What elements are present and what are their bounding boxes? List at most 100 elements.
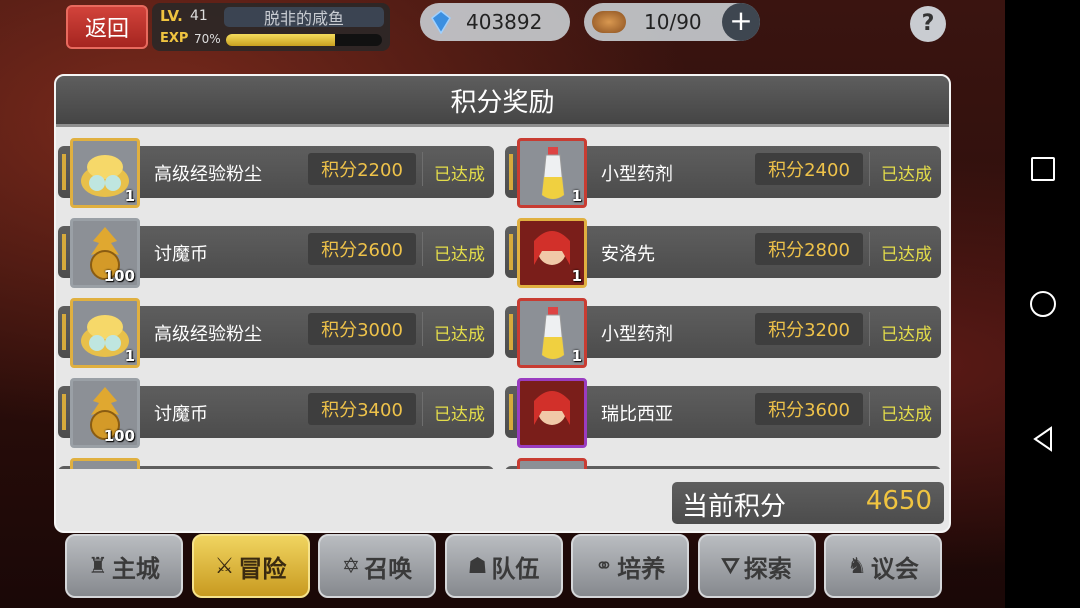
status-achieved: 已达成 — [881, 325, 932, 345]
reward-row: 100 讨魔币 积分3400 已达成 — [58, 376, 494, 448]
reward-row-partial — [505, 456, 941, 469]
required-score: 积分3400 — [308, 393, 416, 425]
reward-name: 瑞比西亚 — [601, 404, 673, 425]
add-stamina-button[interactable]: + — [722, 3, 760, 41]
stamina-counter: 10/90 + — [584, 3, 760, 41]
reward-name: 小型药剂 — [601, 324, 673, 345]
exp-percent: 70% — [194, 32, 221, 46]
reward-list[interactable]: 1 高级经验粉尘 积分2200 已达成 1 小型药剂 积分2400 已达成 100 讨魔币 积分26… — [56, 132, 949, 469]
reward-quantity: 1 — [124, 347, 135, 365]
status-achieved: 已达成 — [434, 405, 485, 425]
castle-icon: ♜ — [88, 553, 108, 579]
dialog-title: 积分奖励 — [56, 76, 949, 127]
character-portrait-icon[interactable]: 1 — [517, 218, 587, 288]
required-score: 积分3600 — [755, 393, 863, 425]
status-achieved: 已达成 — [434, 165, 485, 185]
reward-quantity: 100 — [103, 427, 135, 445]
character-portrait-icon[interactable] — [517, 378, 587, 448]
status-achieved: 已达成 — [434, 325, 485, 345]
stamina-amount: 10/90 — [644, 10, 702, 34]
tab-6[interactable]: ♞ 议会 — [824, 534, 942, 598]
divider — [869, 232, 870, 266]
back-nav-button[interactable] — [1029, 425, 1057, 453]
tab-0[interactable]: ♜ 主城 — [65, 534, 183, 598]
reward-row: 100 讨魔币 积分2600 已达成 — [58, 216, 494, 288]
reward-name: 高级经验粉尘 — [154, 164, 262, 185]
circle-icon — [1030, 291, 1056, 317]
tab-label: 探索 — [743, 554, 792, 583]
exp-dust-icon[interactable]: 1 — [70, 138, 140, 208]
current-score-label: 当前积分 — [682, 492, 787, 522]
tab-2[interactable]: ✡ 召唤 — [318, 534, 436, 598]
reward-quantity: 100 — [103, 267, 135, 285]
required-score: 积分2800 — [755, 233, 863, 265]
divider — [869, 392, 870, 426]
square-icon — [1031, 157, 1055, 181]
reward-row: 1 小型药剂 积分3200 已达成 — [505, 296, 941, 368]
level-label: LV. — [160, 7, 183, 25]
reward-name: 安洛先 — [601, 244, 655, 265]
divider — [869, 152, 870, 186]
helmet-icon: ☗ — [467, 553, 488, 579]
status-achieved: 已达成 — [881, 405, 932, 425]
dragon-icon: ♞ — [847, 553, 867, 579]
orbs-icon: ⚭ — [594, 553, 614, 579]
level-value: 41 — [190, 8, 208, 24]
current-score-value: 4650 — [865, 486, 932, 516]
tab-label: 议会 — [870, 554, 919, 583]
potion-icon[interactable]: 1 — [517, 138, 587, 208]
divider — [422, 312, 423, 346]
status-achieved: 已达成 — [881, 165, 932, 185]
gem-amount: 403892 — [466, 10, 543, 34]
demon-coin-icon[interactable]: 100 — [70, 378, 140, 448]
reward-name: 高级经验粉尘 — [154, 324, 262, 345]
tab-label: 冒险 — [238, 554, 287, 583]
reward-row: 瑞比西亚 积分3600 已达成 — [505, 376, 941, 448]
score-reward-dialog: 积分奖励 1 高级经验粉尘 积分2200 已达成 1 小型药剂 积分2400 已达成 100 讨魔… — [54, 74, 951, 533]
demon-coin-icon[interactable]: 100 — [70, 218, 140, 288]
required-score: 积分2200 — [308, 153, 416, 185]
tab-5[interactable]: ⛛ 探索 — [697, 534, 816, 598]
status-achieved: 已达成 — [434, 245, 485, 265]
tab-3[interactable]: ☗ 队伍 — [444, 534, 563, 598]
divider — [422, 392, 423, 426]
reward-row: 1 小型药剂 积分2400 已达成 — [505, 136, 941, 208]
exp-bar-fill — [226, 34, 336, 46]
triangle-back-icon — [1033, 426, 1052, 452]
recent-apps-button[interactable] — [1029, 155, 1057, 183]
tab-label: 队伍 — [491, 554, 540, 583]
reward-quantity: 1 — [571, 347, 582, 365]
required-score: 积分2600 — [308, 233, 416, 265]
player-name: 脱非的咸鱼 — [224, 7, 384, 28]
help-button[interactable]: ? — [910, 6, 946, 42]
tab-label: 培养 — [617, 554, 666, 583]
divider — [869, 312, 870, 346]
current-score-panel: 当前积分 4650 — [672, 482, 944, 524]
divider — [422, 232, 423, 266]
back-button[interactable]: 返回 — [66, 5, 148, 49]
hexagram-icon: ✡ — [341, 553, 361, 579]
divider — [422, 152, 423, 186]
exp-label: EXP — [160, 31, 189, 46]
system-nav-bar — [1005, 0, 1080, 608]
tab-4[interactable]: ⚭ 培养 — [571, 534, 689, 598]
tab-label: 召唤 — [364, 554, 413, 583]
reward-icon — [70, 458, 140, 469]
potion-icon[interactable]: 1 — [517, 298, 587, 368]
required-score: 积分3000 — [308, 313, 416, 345]
home-button[interactable] — [1029, 290, 1057, 318]
reward-row: 1 安洛先 积分2800 已达成 — [505, 216, 941, 288]
required-score: 积分2400 — [755, 153, 863, 185]
reward-name: 讨魔币 — [154, 404, 208, 425]
status-achieved: 已达成 — [881, 245, 932, 265]
reward-row-partial — [58, 456, 494, 469]
player-info-panel: LV. 41 脱非的咸鱼 EXP 70% — [152, 3, 390, 51]
gem-icon — [431, 10, 451, 34]
exp-bar — [226, 34, 382, 46]
required-score: 积分3200 — [755, 313, 863, 345]
tab-1[interactable]: ⚔ 冒险 — [191, 534, 310, 598]
compass-icon: ⛛ — [721, 553, 740, 579]
exp-dust-icon[interactable]: 1 — [70, 298, 140, 368]
reward-name: 小型药剂 — [601, 164, 673, 185]
reward-row: 1 高级经验粉尘 积分2200 已达成 — [58, 136, 494, 208]
